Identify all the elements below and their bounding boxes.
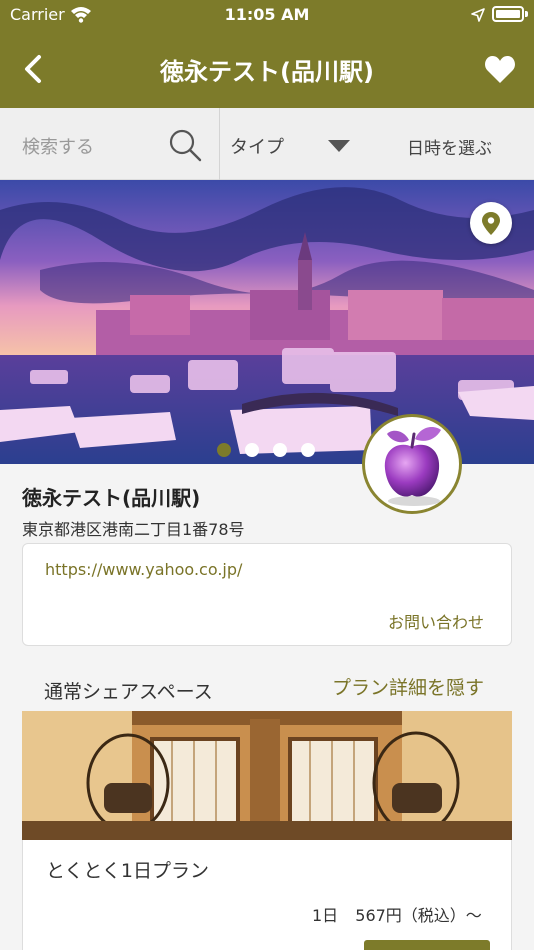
contact-link[interactable]: お問い合わせ [388,609,484,633]
heart-icon[interactable] [484,54,516,88]
map-pin-button[interactable] [470,202,512,244]
place-address: 東京都港区港南二丁目1番78号 [22,520,245,539]
app-header: Carrier 11:05 AM 徳永テスト(品川駅) [0,0,534,108]
type-filter-label[interactable]: タイプ [230,133,284,159]
toggle-plan-details-link[interactable]: プラン詳細を隠す [332,673,484,700]
plan-action-button[interactable] [364,940,490,950]
apple-logo-icon [384,426,441,506]
battery-icon [492,6,524,22]
hero-carousel[interactable] [0,180,534,464]
carousel-dot[interactable] [301,443,315,457]
search-divider [219,108,220,180]
search-input[interactable]: 検索する [22,133,94,159]
battery-tip [525,11,528,17]
logo-badge [362,414,462,514]
carousel-dot[interactable] [217,443,231,457]
plan-photo [22,711,512,840]
page-title: 徳永テスト(品川駅) [160,58,374,86]
website-link[interactable]: https://www.yahoo.co.jp/ [45,560,242,579]
date-picker-button[interactable]: 日時を選ぶ [407,134,492,159]
plan-price: 1日 567円（税込）～ [312,906,482,925]
status-bar: Carrier 11:05 AM [0,0,534,32]
hero-photo [0,180,534,464]
caret-down-icon[interactable] [328,140,350,152]
status-time: 11:05 AM [224,5,310,24]
map-pin-icon [482,212,500,235]
plan-name: とくとく1日プラン [46,860,209,882]
location-arrow-icon [471,7,485,26]
search-icon[interactable] [168,128,202,166]
place-name: 徳永テスト(品川駅) [22,486,201,510]
carousel-dot[interactable] [273,443,287,457]
carousel-dot[interactable] [245,443,259,457]
section-title: 通常シェアスペース [44,681,213,703]
